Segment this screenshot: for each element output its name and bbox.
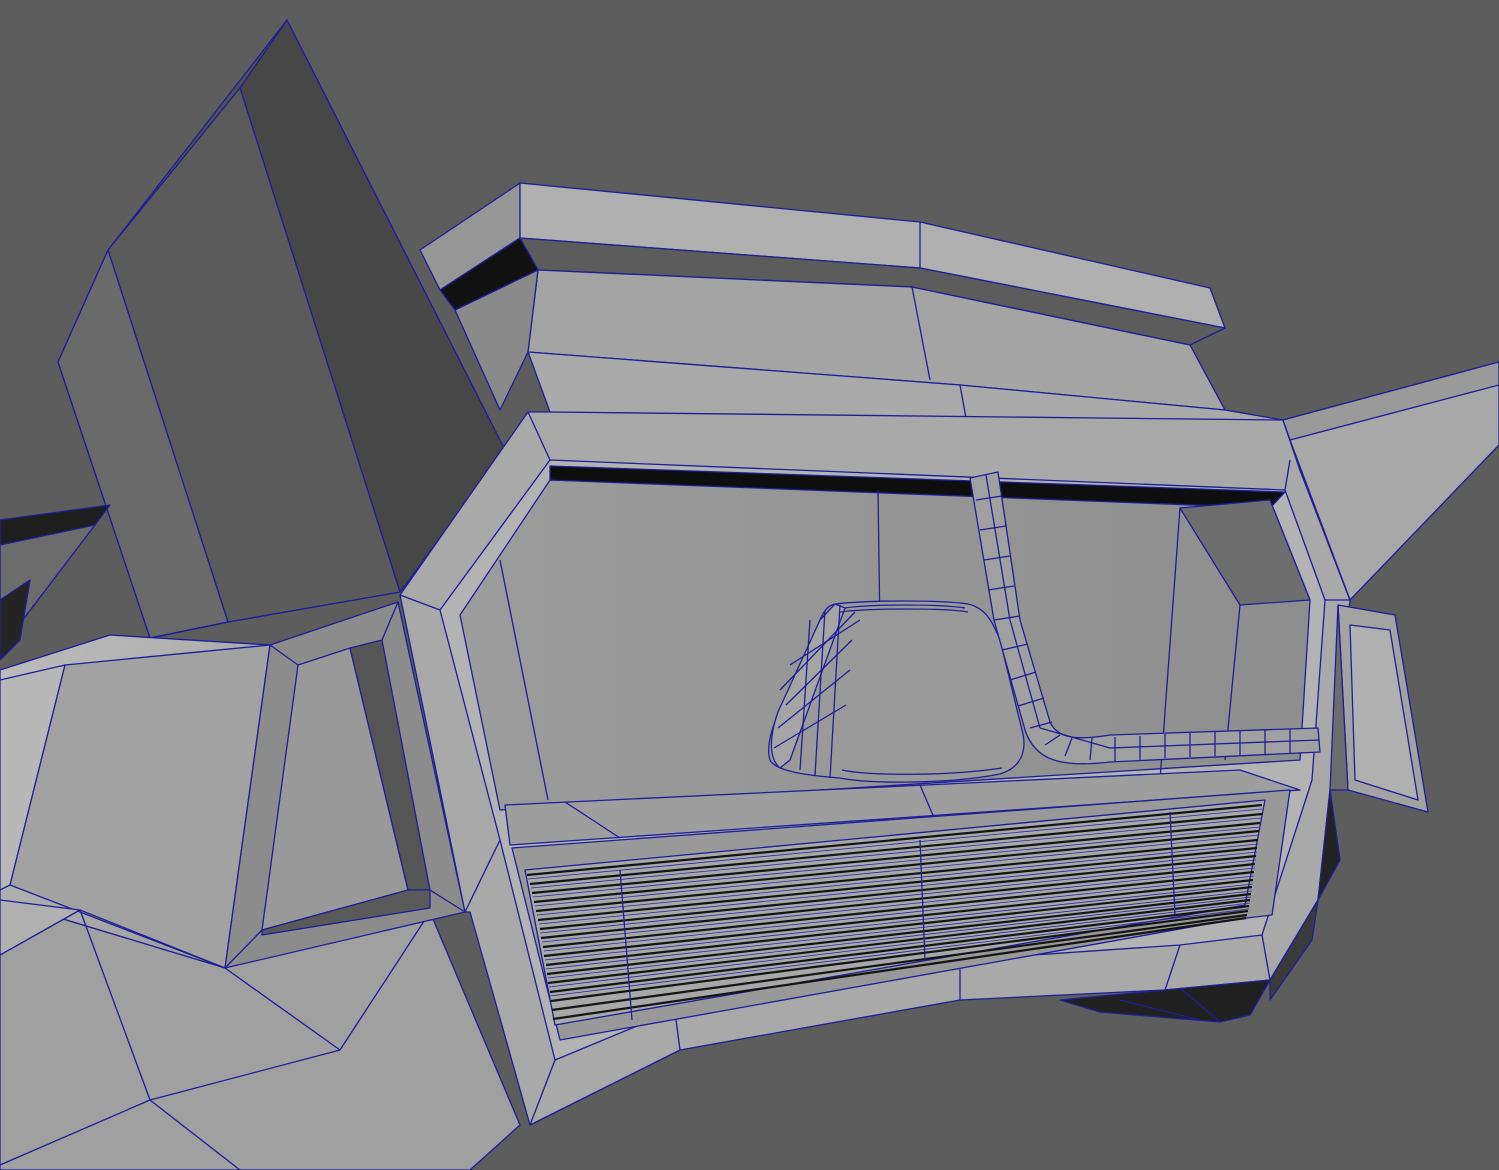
- viewport-scene[interactable]: [0, 0, 1499, 1170]
- 3d-viewport[interactable]: [0, 0, 1499, 1170]
